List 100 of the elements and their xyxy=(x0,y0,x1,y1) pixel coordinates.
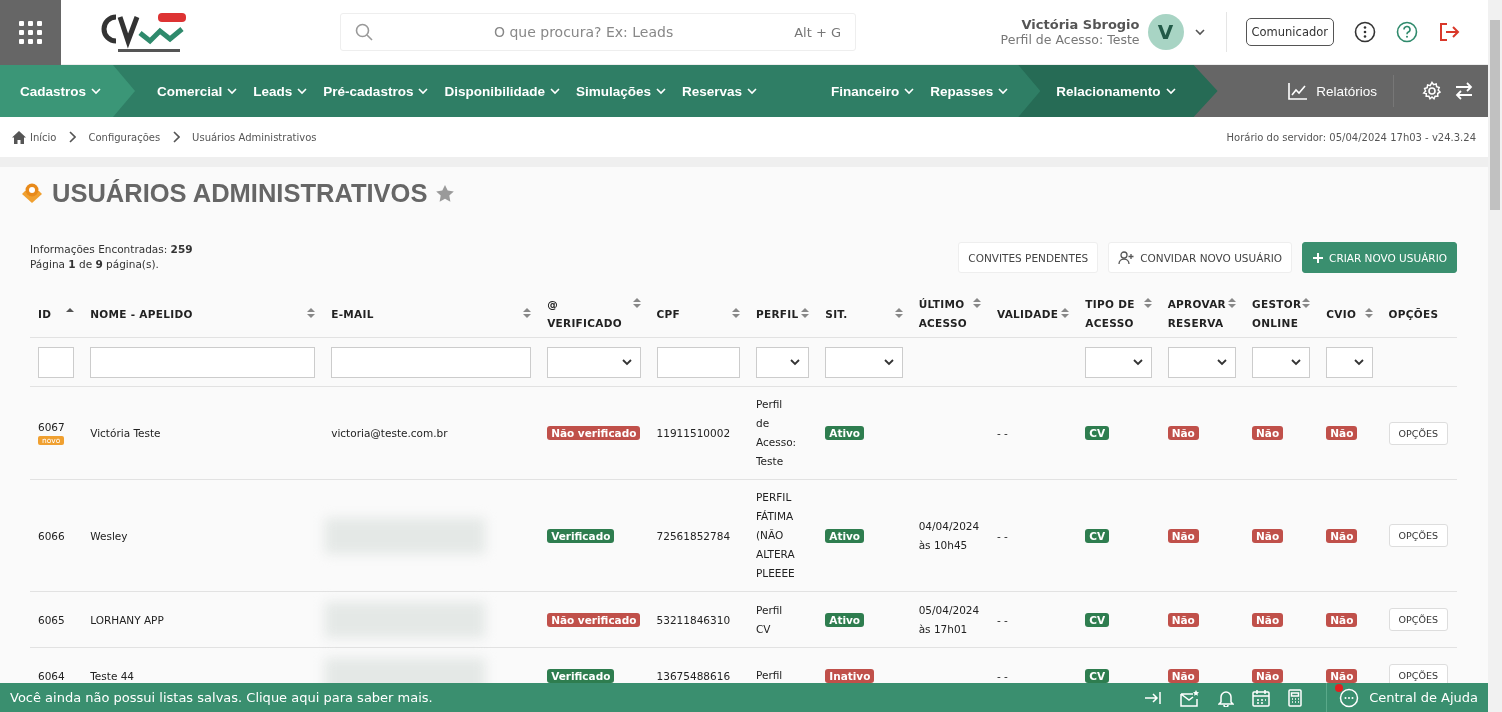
column-header[interactable]: @ VERIFICADO xyxy=(547,295,622,333)
pending-invites-button[interactable]: CONVITES PENDENTES xyxy=(958,242,1099,273)
column-header[interactable]: E-MAIL xyxy=(331,304,374,324)
mail-star-icon[interactable] xyxy=(1180,688,1201,707)
options-button[interactable]: OPÇÕES xyxy=(1388,664,1448,683)
user-profile: Perfil de Acesso: Teste xyxy=(1000,32,1140,47)
last-access-cell-text: 05/04/2024 às 17h01 xyxy=(918,602,981,637)
id-cell-text: 6067 xyxy=(38,421,66,433)
sort-icon[interactable] xyxy=(1061,306,1070,319)
status-badge: Não xyxy=(1252,528,1284,543)
communicator-button[interactable]: Comunicador xyxy=(1245,18,1334,46)
search-input[interactable]: O que procura? Ex: Leads xyxy=(373,23,795,41)
user-avatar[interactable]: V xyxy=(1147,14,1184,50)
calculator-icon[interactable] xyxy=(1288,688,1303,707)
arrow-to-line-icon[interactable] xyxy=(1144,689,1163,706)
chevron-down-icon xyxy=(1352,356,1365,368)
profile-cell-text: Perfil de Acesso: Teste xyxy=(756,397,798,469)
apps-menu-button[interactable] xyxy=(0,0,61,65)
breadcrumb-link[interactable]: Usuários Administrativos xyxy=(192,131,317,143)
settings-icon[interactable] xyxy=(1422,81,1442,101)
sort-icon[interactable] xyxy=(801,306,810,319)
caret-icon xyxy=(997,85,1010,97)
validity-cell: - - xyxy=(997,669,1008,682)
cpf-cell: 11911510002 xyxy=(656,427,731,439)
chevron-right-icon xyxy=(172,131,181,143)
column-header[interactable]: ID xyxy=(38,304,52,324)
column-header[interactable]: TIPO DE ACESSO xyxy=(1085,295,1135,333)
menu-item[interactable]: Simulações xyxy=(575,83,667,99)
options-button[interactable]: OPÇÕES xyxy=(1388,421,1448,445)
grid-icon xyxy=(19,20,42,44)
sort-icon[interactable] xyxy=(973,297,981,309)
filter-field[interactable] xyxy=(656,346,740,378)
results-info: Informações Encontradas: 259 xyxy=(30,242,193,257)
bell-icon[interactable] xyxy=(1218,688,1235,707)
sort-icon[interactable] xyxy=(307,306,316,319)
sort-icon[interactable] xyxy=(1364,306,1373,319)
status-badge: Ativo xyxy=(825,528,865,543)
column-header[interactable]: ÚLTIMO ACESSO xyxy=(918,295,968,333)
menu-item[interactable]: Disponibilidade xyxy=(444,83,561,99)
column-header[interactable]: NOME - APELIDO xyxy=(90,304,193,324)
filter-field[interactable] xyxy=(38,346,75,378)
menu-item[interactable]: Comercial xyxy=(157,83,239,99)
breadcrumb-link[interactable]: Configurações xyxy=(88,131,161,143)
more-options-icon[interactable] xyxy=(1354,21,1376,43)
column-header[interactable]: PERFIL xyxy=(756,304,799,324)
search-field[interactable]: O que procura? Ex: Leads Alt + G xyxy=(340,13,856,51)
sort-icon[interactable] xyxy=(523,306,532,319)
help-icon[interactable] xyxy=(1396,21,1418,43)
column-header[interactable]: APROVAR RESERVA xyxy=(1167,295,1226,333)
filter-field[interactable] xyxy=(331,346,532,378)
caret-icon xyxy=(296,85,309,97)
help-center-link[interactable]: Central de Ajuda xyxy=(1326,683,1478,712)
menu-item[interactable]: Cadastros xyxy=(20,83,103,99)
sort-icon[interactable] xyxy=(632,297,641,309)
menu-item[interactable]: Repasses xyxy=(930,83,1010,99)
swap-icon[interactable] xyxy=(1454,82,1474,100)
options-button[interactable]: OPÇÕES xyxy=(1388,524,1448,547)
breadcrumb-link[interactable]: Início xyxy=(12,130,57,144)
sort-icon[interactable] xyxy=(894,306,903,319)
shortcut-hint: Alt + G xyxy=(794,24,841,40)
column-header[interactable]: CVIO xyxy=(1326,304,1357,324)
user-plus-icon xyxy=(1118,250,1135,265)
column-header[interactable]: VALIDADE xyxy=(997,304,1059,324)
status-badge: CV xyxy=(1085,528,1110,543)
column-header[interactable]: GESTOR ONLINE xyxy=(1252,295,1302,333)
chevron-down-icon xyxy=(1131,356,1144,368)
star-icon[interactable] xyxy=(435,183,456,203)
menu-item[interactable]: Financeiro xyxy=(831,83,916,99)
chevron-down-icon xyxy=(620,356,633,368)
column-header: OPÇÕES xyxy=(1388,306,1439,322)
chevron-right-icon xyxy=(68,131,77,143)
create-user-button[interactable]: CRIAR NOVO USUÁRIO xyxy=(1302,242,1457,273)
profile-cell-text: Perfil CV xyxy=(756,602,784,637)
caret-icon xyxy=(417,85,430,97)
sort-icon[interactable] xyxy=(1143,297,1152,309)
options-button[interactable]: OPÇÕES xyxy=(1388,608,1448,631)
sort-icon[interactable] xyxy=(1228,297,1237,309)
menu-item[interactable]: Reservas xyxy=(681,83,758,99)
sort-icon[interactable] xyxy=(1302,297,1311,309)
status-badge: Não xyxy=(1326,426,1358,440)
scrollbar-thumb[interactable] xyxy=(1490,20,1500,210)
menu-item[interactable]: Relacionamento xyxy=(1056,83,1177,99)
logout-icon[interactable] xyxy=(1438,21,1460,43)
column-header[interactable]: CPF xyxy=(656,304,681,324)
menu-item[interactable]: Leads xyxy=(253,83,309,99)
cpf-cell: 53211846310 xyxy=(656,613,731,626)
sort-icon[interactable] xyxy=(732,306,740,319)
last-access-cell-text: 04/04/2024 às 10h45 xyxy=(918,518,981,553)
reports-link[interactable]: Relatórios xyxy=(1288,82,1377,100)
status-badge: CV xyxy=(1085,612,1110,627)
menu-item[interactable]: Pré-cadastros xyxy=(323,83,430,99)
caret-icon[interactable] xyxy=(1193,26,1206,38)
chevron-down-icon xyxy=(789,356,802,368)
caret-icon xyxy=(226,85,239,97)
status-badge: Ativo xyxy=(825,426,865,440)
calendar-icon[interactable] xyxy=(1252,688,1271,707)
column-header[interactable]: SIT. xyxy=(825,304,848,324)
invite-user-button[interactable]: CONVIDAR NOVO USUÁRIO xyxy=(1108,242,1293,273)
filter-field[interactable] xyxy=(90,346,316,378)
saved-lists-link[interactable]: Você ainda não possui listas salvas. Clique aqui para saber mais. xyxy=(10,690,433,705)
